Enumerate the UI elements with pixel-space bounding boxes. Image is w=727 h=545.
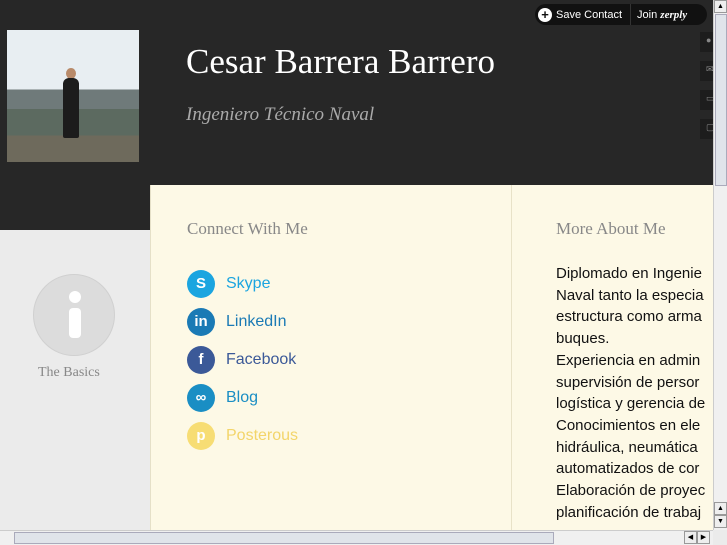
about-line: planificación de trabaj [556,503,702,521]
link-blog[interactable]: ∞ Blog [187,379,298,417]
profile-subtitle: Ingeniero Técnico Naval [186,104,375,125]
link-skype[interactable]: S Skype [187,265,298,303]
facebook-icon: f [187,346,215,374]
about-line: supervisión de persor [556,373,700,391]
column-divider [511,185,512,530]
top-action-bar: + Save Contact Join zerply [535,4,707,25]
basics-info-icon[interactable] [33,274,115,356]
horizontal-scrollbar[interactable]: ◀ ▶ [0,530,713,545]
link-label: Blog [226,389,259,406]
scroll-up-button[interactable]: ▲ [714,0,727,13]
phone-icon[interactable]: ▢ [700,119,715,139]
location-icon[interactable]: ● [700,32,713,52]
about-text: Diplomado en Ingenie Naval tanto la espec… [556,263,713,523]
connect-title: Connect With Me [187,219,308,238]
link-posterous[interactable]: p Posterous [187,417,298,455]
about-line: estructura como arma [556,308,702,326]
about-line: Diplomado en Ingenie [556,265,702,282]
scroll-up-button-2[interactable]: ▲ [714,502,727,515]
vertical-scrollbar[interactable]: ▲ ▲ ▼ [713,0,727,530]
side-share-icons: ● ✉ ▭ ▢ [700,32,715,148]
linkedin-icon: in [187,308,215,336]
save-contact-button[interactable]: + Save Contact [535,4,632,25]
link-icon: ∞ [187,384,215,412]
save-contact-label: Save Contact [556,8,623,21]
link-label: Posterous [226,427,299,444]
basics-label[interactable]: The Basics [38,365,100,381]
about-title: More About Me [556,219,666,238]
link-label: Skype [226,275,271,292]
join-label: Join [637,8,658,21]
join-zerply-button[interactable]: Join zerply [631,9,687,21]
about-line: Conocimientos en ele [556,416,701,434]
plus-icon: + [538,7,552,22]
scroll-right-button[interactable]: ▶ [697,531,710,544]
scroll-down-button[interactable]: ▼ [714,515,727,528]
link-linkedin[interactable]: in LinkedIn [187,303,298,341]
skype-icon: S [187,270,215,298]
about-line: Experiencia en admin [556,351,701,369]
content-panel: Connect With Me S Skype in LinkedIn f Faceb… [150,185,713,530]
about-line: Elaboración de proyec [556,482,706,500]
chat-icon[interactable]: ▭ [700,90,715,110]
scroll-left-button[interactable]: ◀ [684,531,697,544]
link-label: LinkedIn [226,313,287,330]
about-line: logística y gerencia de [556,395,706,413]
about-line: hidráulica, neumática [556,438,698,456]
horizontal-scroll-thumb[interactable] [14,532,554,544]
vertical-scroll-thumb[interactable] [715,14,727,186]
profile-name: Cesar Barrera Barrero [186,42,495,81]
link-label: Facebook [226,351,297,368]
profile-photo [7,30,139,162]
about-line: automatizados de cor [556,460,700,478]
zerply-logo: zerply [660,8,688,21]
posterous-icon: p [187,422,215,450]
email-icon[interactable]: ✉ [700,61,714,81]
link-facebook[interactable]: f Facebook [187,341,298,379]
about-line: buques. [556,330,610,348]
about-line: Naval tanto la especia [556,286,704,304]
connect-links: S Skype in LinkedIn f Facebook ∞ Blog p Poste… [187,265,298,455]
